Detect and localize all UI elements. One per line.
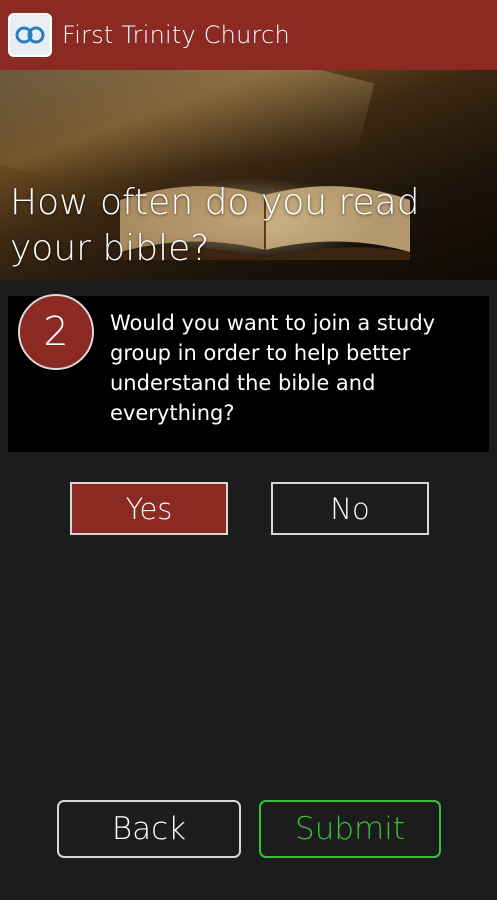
- yes-button[interactable]: Yes: [70, 482, 228, 535]
- back-button[interactable]: Back: [57, 800, 241, 858]
- hero-question: How often do you read your bible?: [10, 182, 420, 269]
- church-logo-icon[interactable]: [8, 13, 52, 57]
- app-bar: First Trinity Church: [0, 0, 497, 70]
- app-title: First Trinity Church: [62, 21, 290, 49]
- hero-banner: How often do you read your bible?: [0, 70, 497, 280]
- no-button[interactable]: No: [271, 482, 429, 535]
- question-text: Would you want to join a study group in …: [110, 311, 436, 425]
- submit-button[interactable]: Submit: [259, 800, 441, 858]
- question-number-badge: 2: [18, 294, 94, 370]
